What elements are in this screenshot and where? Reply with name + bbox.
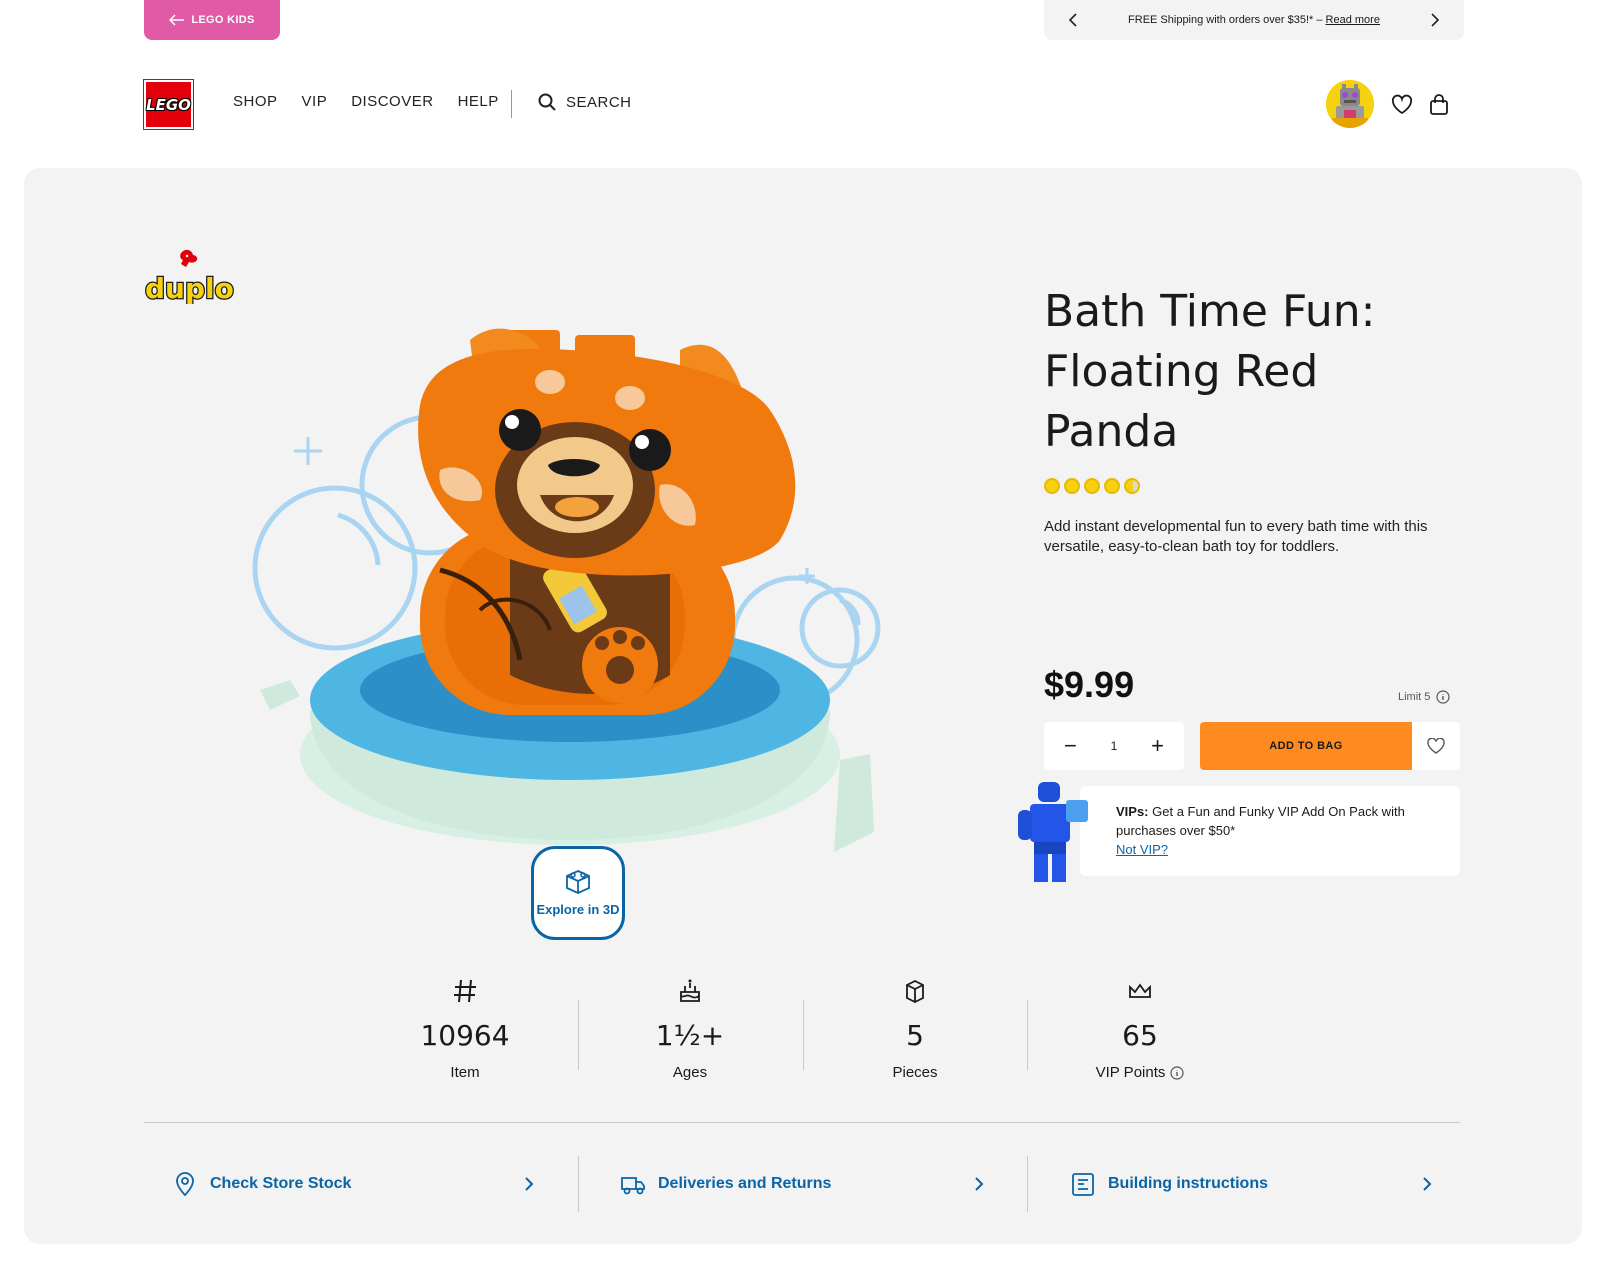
heart-icon[interactable] <box>1391 94 1413 116</box>
link-divider <box>1027 1156 1028 1212</box>
stat-divider <box>1027 1000 1028 1070</box>
product-image[interactable] <box>240 310 910 910</box>
stat-divider <box>578 1000 579 1070</box>
stat-label-text: Ages <box>672 1064 708 1081</box>
nav-divider <box>511 90 512 118</box>
stat-value: 65 <box>1122 1019 1158 1052</box>
building-instructions-link[interactable]: Building instructions <box>1070 1156 1440 1212</box>
rating-star-icon <box>1084 478 1100 494</box>
stat-value: 1½+ <box>655 1019 725 1052</box>
search-button[interactable]: SEARCH <box>538 93 632 111</box>
rating-star-icon <box>1104 478 1120 494</box>
stat-label: Item <box>365 1064 565 1081</box>
nav-item-discover[interactable]: DISCOVER <box>351 93 433 110</box>
check-store-stock-label: Check Store Stock <box>210 1175 352 1192</box>
link-divider <box>578 1156 579 1212</box>
lego-kids-label: LEGO KIDS <box>191 14 255 26</box>
chevron-right-icon[interactable] <box>1430 13 1440 27</box>
rating-star-icon <box>1044 478 1060 494</box>
vip-offer-text: VIPs: Get a Fun and Funky VIP Add On Pac… <box>1116 802 1456 840</box>
avatar[interactable] <box>1326 80 1374 128</box>
building-instructions-label: Building instructions <box>1108 1175 1268 1192</box>
rating-star-icon <box>1064 478 1080 494</box>
stat-label-text: Pieces <box>892 1064 938 1081</box>
crown-icon <box>1129 983 1151 998</box>
product-price: $9.99 <box>1044 664 1135 705</box>
purchase-limit-label: Limit 5 <box>1398 691 1431 703</box>
promo-text: FREE Shipping with orders over $35!* – <box>1128 14 1326 26</box>
stat-label: VIP Points <box>1040 1064 1240 1081</box>
nav-item-help[interactable]: HELP <box>458 93 499 110</box>
search-label: SEARCH <box>566 93 632 111</box>
cube-3d-icon <box>566 869 590 894</box>
section-divider <box>144 1122 1460 1123</box>
wishlist-button[interactable] <box>1412 722 1460 770</box>
add-to-bag-button[interactable]: ADD TO BAG <box>1200 722 1412 770</box>
shopping-bag-icon[interactable] <box>1428 94 1450 116</box>
delivery-truck-icon <box>621 1177 645 1195</box>
nav-item-shop[interactable]: SHOP <box>233 93 278 110</box>
chevron-right-icon <box>525 1177 534 1191</box>
chevron-right-icon <box>1423 1177 1432 1191</box>
duplo-logo-text: duplo <box>145 272 234 304</box>
promo-read-more-link[interactable]: Read more <box>1326 14 1380 26</box>
stat-vip-points: 65 VIP Points <box>1040 978 1240 1081</box>
chevron-left-icon[interactable] <box>1068 13 1078 27</box>
product-description: Add instant developmental fun to every b… <box>1044 518 1428 555</box>
lego-kids-button[interactable]: LEGO KIDS <box>144 0 280 40</box>
vip-minifigure-image <box>1018 782 1088 882</box>
instructions-icon <box>1072 1173 1094 1196</box>
heart-icon <box>1427 738 1445 754</box>
stat-pieces: 5 Pieces <box>815 978 1015 1081</box>
quantity-increase-button[interactable]: + <box>1151 735 1164 757</box>
stat-value: 10964 <box>420 1019 510 1052</box>
explore-3d-label: Explore in 3D <box>536 901 620 917</box>
cake-icon <box>680 979 700 1002</box>
stat-label: Ages <box>590 1064 790 1081</box>
lego-logo[interactable]: LEGO <box>143 79 194 130</box>
arrow-left-icon <box>169 14 185 26</box>
nav-item-vip[interactable]: VIP <box>302 93 328 110</box>
stat-ages: 1½+ Ages <box>590 978 790 1081</box>
stat-label-text: Item <box>450 1064 480 1081</box>
promo-banner: FREE Shipping with orders over $35!* – R… <box>1044 0 1464 40</box>
product-page: LEGO KIDS FREE Shipping with orders over… <box>0 0 1600 1264</box>
stat-value: 5 <box>906 1019 924 1052</box>
purchase-limit: Limit 5 <box>1398 690 1451 704</box>
stat-label: Pieces <box>815 1064 1015 1081</box>
duplo-logo: duplo <box>144 249 234 304</box>
deliveries-returns-label: Deliveries and Returns <box>658 1175 832 1192</box>
vip-offer-body: Get a Fun and Funky VIP Add On Pack with… <box>1116 804 1405 838</box>
main-nav: SHOP VIP DISCOVER HELP <box>233 93 499 110</box>
lego-logo-text: LEGO <box>146 95 191 114</box>
chevron-right-icon <box>975 1177 984 1191</box>
stat-divider <box>803 1000 804 1070</box>
explore-3d-button[interactable]: Explore in 3D <box>531 846 625 940</box>
rating-stars[interactable] <box>1044 478 1140 494</box>
avatar-robot-icon <box>1326 80 1374 128</box>
search-icon <box>538 93 556 111</box>
check-store-stock-link[interactable]: Check Store Stock <box>172 1156 542 1212</box>
location-pin-icon <box>176 1172 194 1197</box>
quantity-decrease-button[interactable]: − <box>1064 735 1077 757</box>
hash-icon <box>454 979 476 1003</box>
info-icon[interactable] <box>1170 1065 1184 1080</box>
deliveries-returns-link[interactable]: Deliveries and Returns <box>620 1156 990 1212</box>
not-vip-link[interactable]: Not VIP? <box>1116 842 1168 857</box>
quantity-stepper: − 1 + <box>1044 722 1184 770</box>
brick-icon <box>906 979 924 1004</box>
promo-message: FREE Shipping with orders over $35!* – R… <box>1128 14 1380 26</box>
quantity-value[interactable]: 1 <box>1111 739 1118 753</box>
product-title: Bath Time Fun: Floating Red Panda <box>1044 286 1376 457</box>
stat-label-text: VIP Points <box>1095 1064 1166 1081</box>
vip-offer-prefix: VIPs: <box>1116 804 1149 819</box>
rating-star-partial-icon <box>1124 478 1140 494</box>
stat-item-number: 10964 Item <box>365 978 565 1081</box>
info-icon[interactable] <box>1436 690 1451 704</box>
